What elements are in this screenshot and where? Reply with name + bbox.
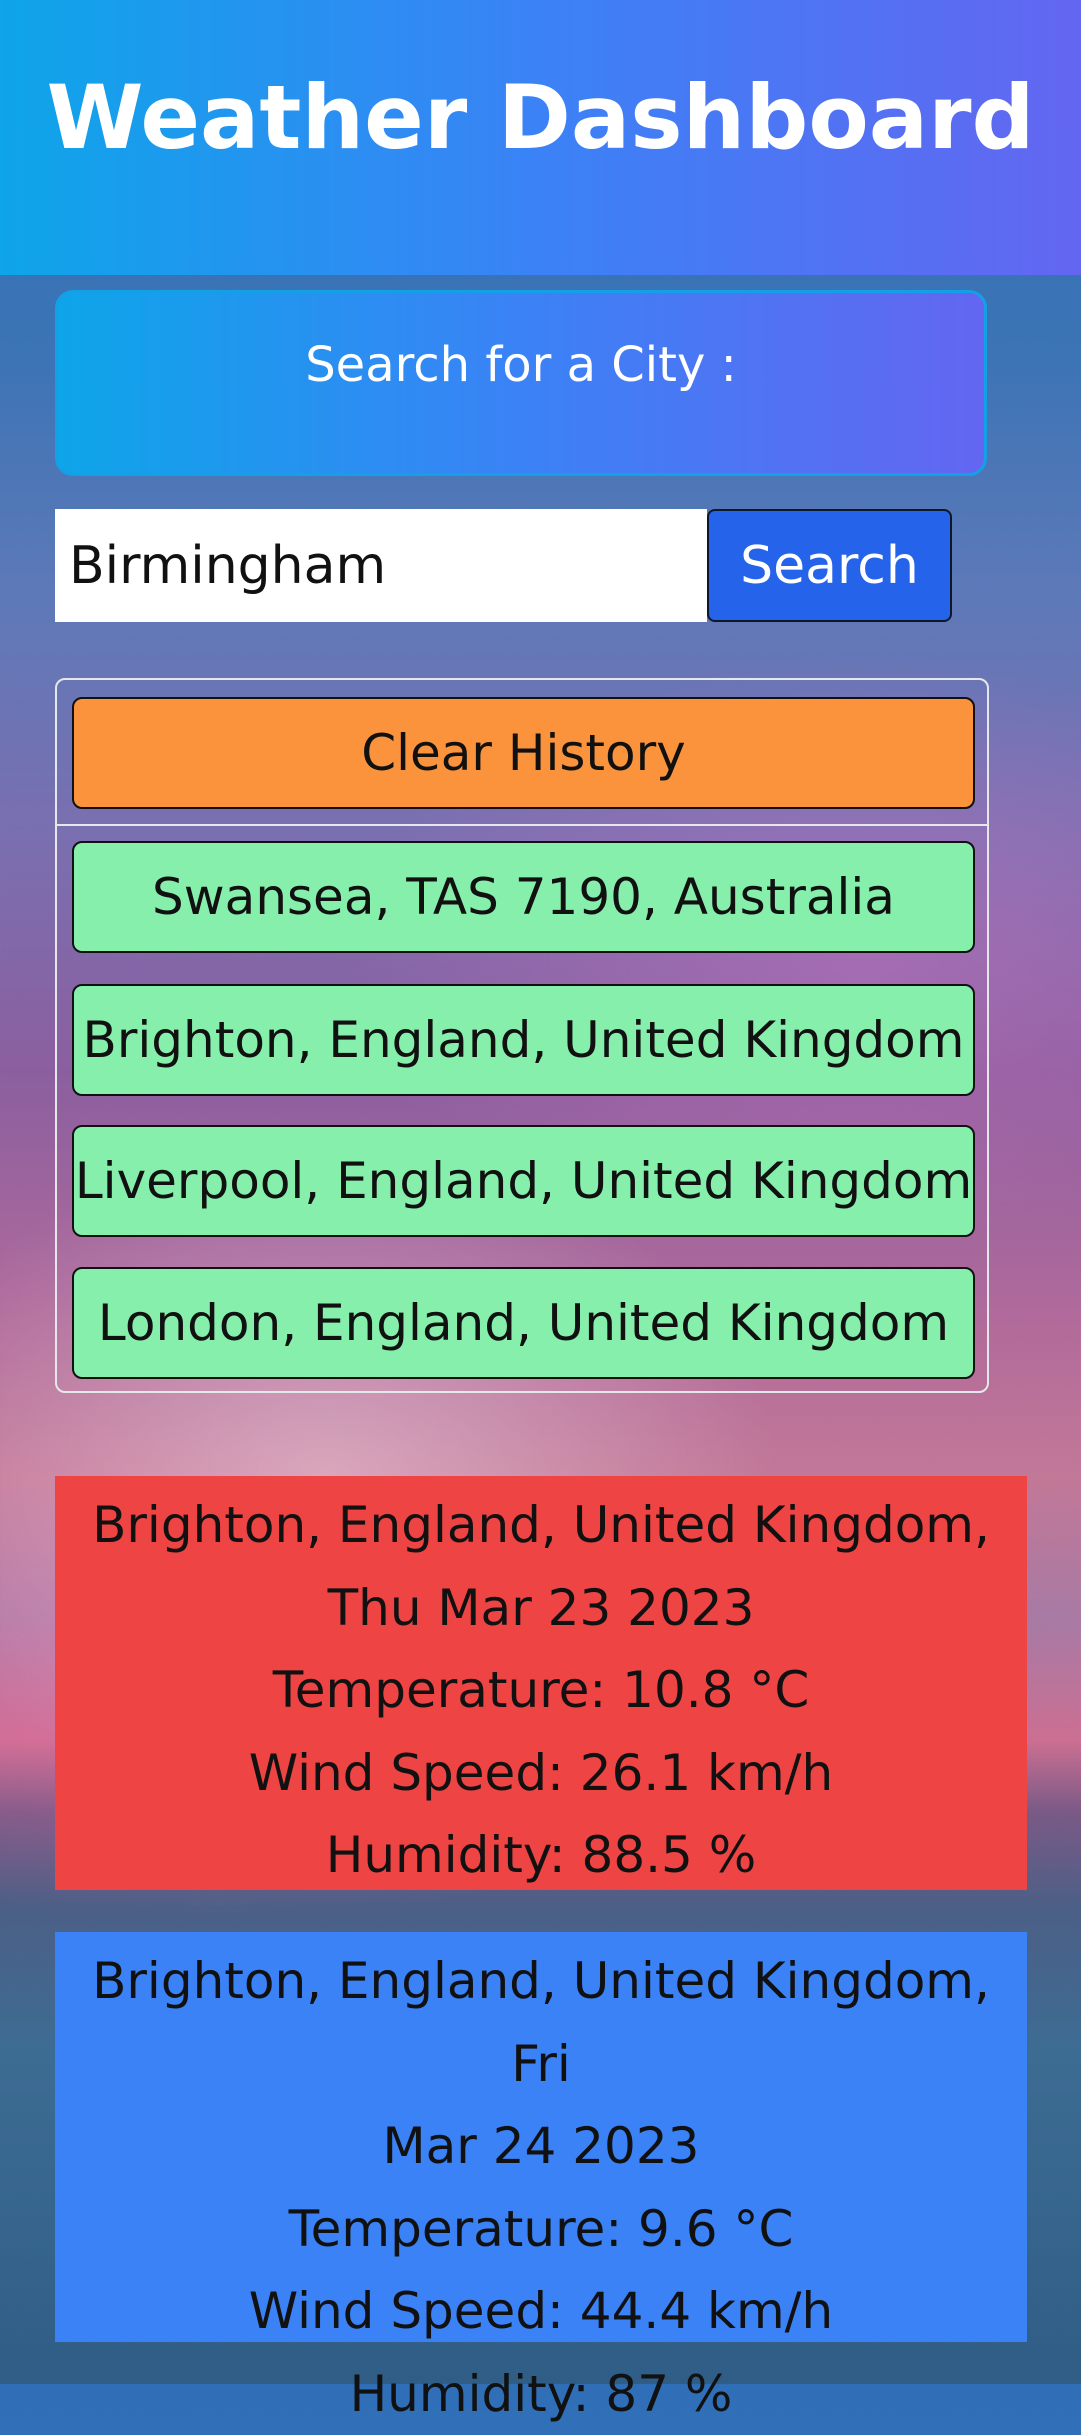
search-history: Clear History Swansea, TAS 7190, Austral… xyxy=(55,678,989,1393)
search-label: Search for a City : xyxy=(305,337,737,393)
forecast-wind-speed: Wind Speed: 44.4 km/h xyxy=(65,2270,1017,2353)
forecast-humidity: Humidity: 88.5 % xyxy=(65,1814,1017,1897)
forecast-location-date: Brighton, England, United Kingdom, Fri xyxy=(65,1940,1017,2105)
forecast-location-date: Brighton, England, United Kingdom, xyxy=(65,1484,1017,1567)
forecast-date: Mar 24 2023 xyxy=(65,2105,1017,2188)
history-city-button[interactable]: London, England, United Kingdom xyxy=(72,1267,975,1379)
clear-history-button[interactable]: Clear History xyxy=(72,697,975,809)
forecast-date: Thu Mar 23 2023 xyxy=(65,1567,1017,1650)
search-panel: Search for a City : xyxy=(55,290,987,476)
forecast-card-next: Brighton, England, United Kingdom, Fri M… xyxy=(55,1932,1027,2342)
forecast-card-current: Brighton, England, United Kingdom, Thu M… xyxy=(55,1476,1027,1890)
history-city-button[interactable]: Liverpool, England, United Kingdom xyxy=(72,1125,975,1237)
forecast-temperature: Temperature: 10.8 °C xyxy=(65,1649,1017,1732)
city-search-input[interactable] xyxy=(55,509,707,622)
history-divider xyxy=(57,824,987,826)
forecast-humidity: Humidity: 87 % xyxy=(65,2353,1017,2435)
app-header: Weather Dashboard xyxy=(0,0,1081,275)
page-title: Weather Dashboard xyxy=(46,66,1034,169)
forecast-wind-speed: Wind Speed: 26.1 km/h xyxy=(65,1732,1017,1815)
search-button[interactable]: Search xyxy=(707,509,952,622)
history-city-button[interactable]: Brighton, England, United Kingdom xyxy=(72,984,975,1096)
history-city-button[interactable]: Swansea, TAS 7190, Australia xyxy=(72,841,975,953)
forecast-temperature: Temperature: 9.6 °C xyxy=(65,2188,1017,2271)
